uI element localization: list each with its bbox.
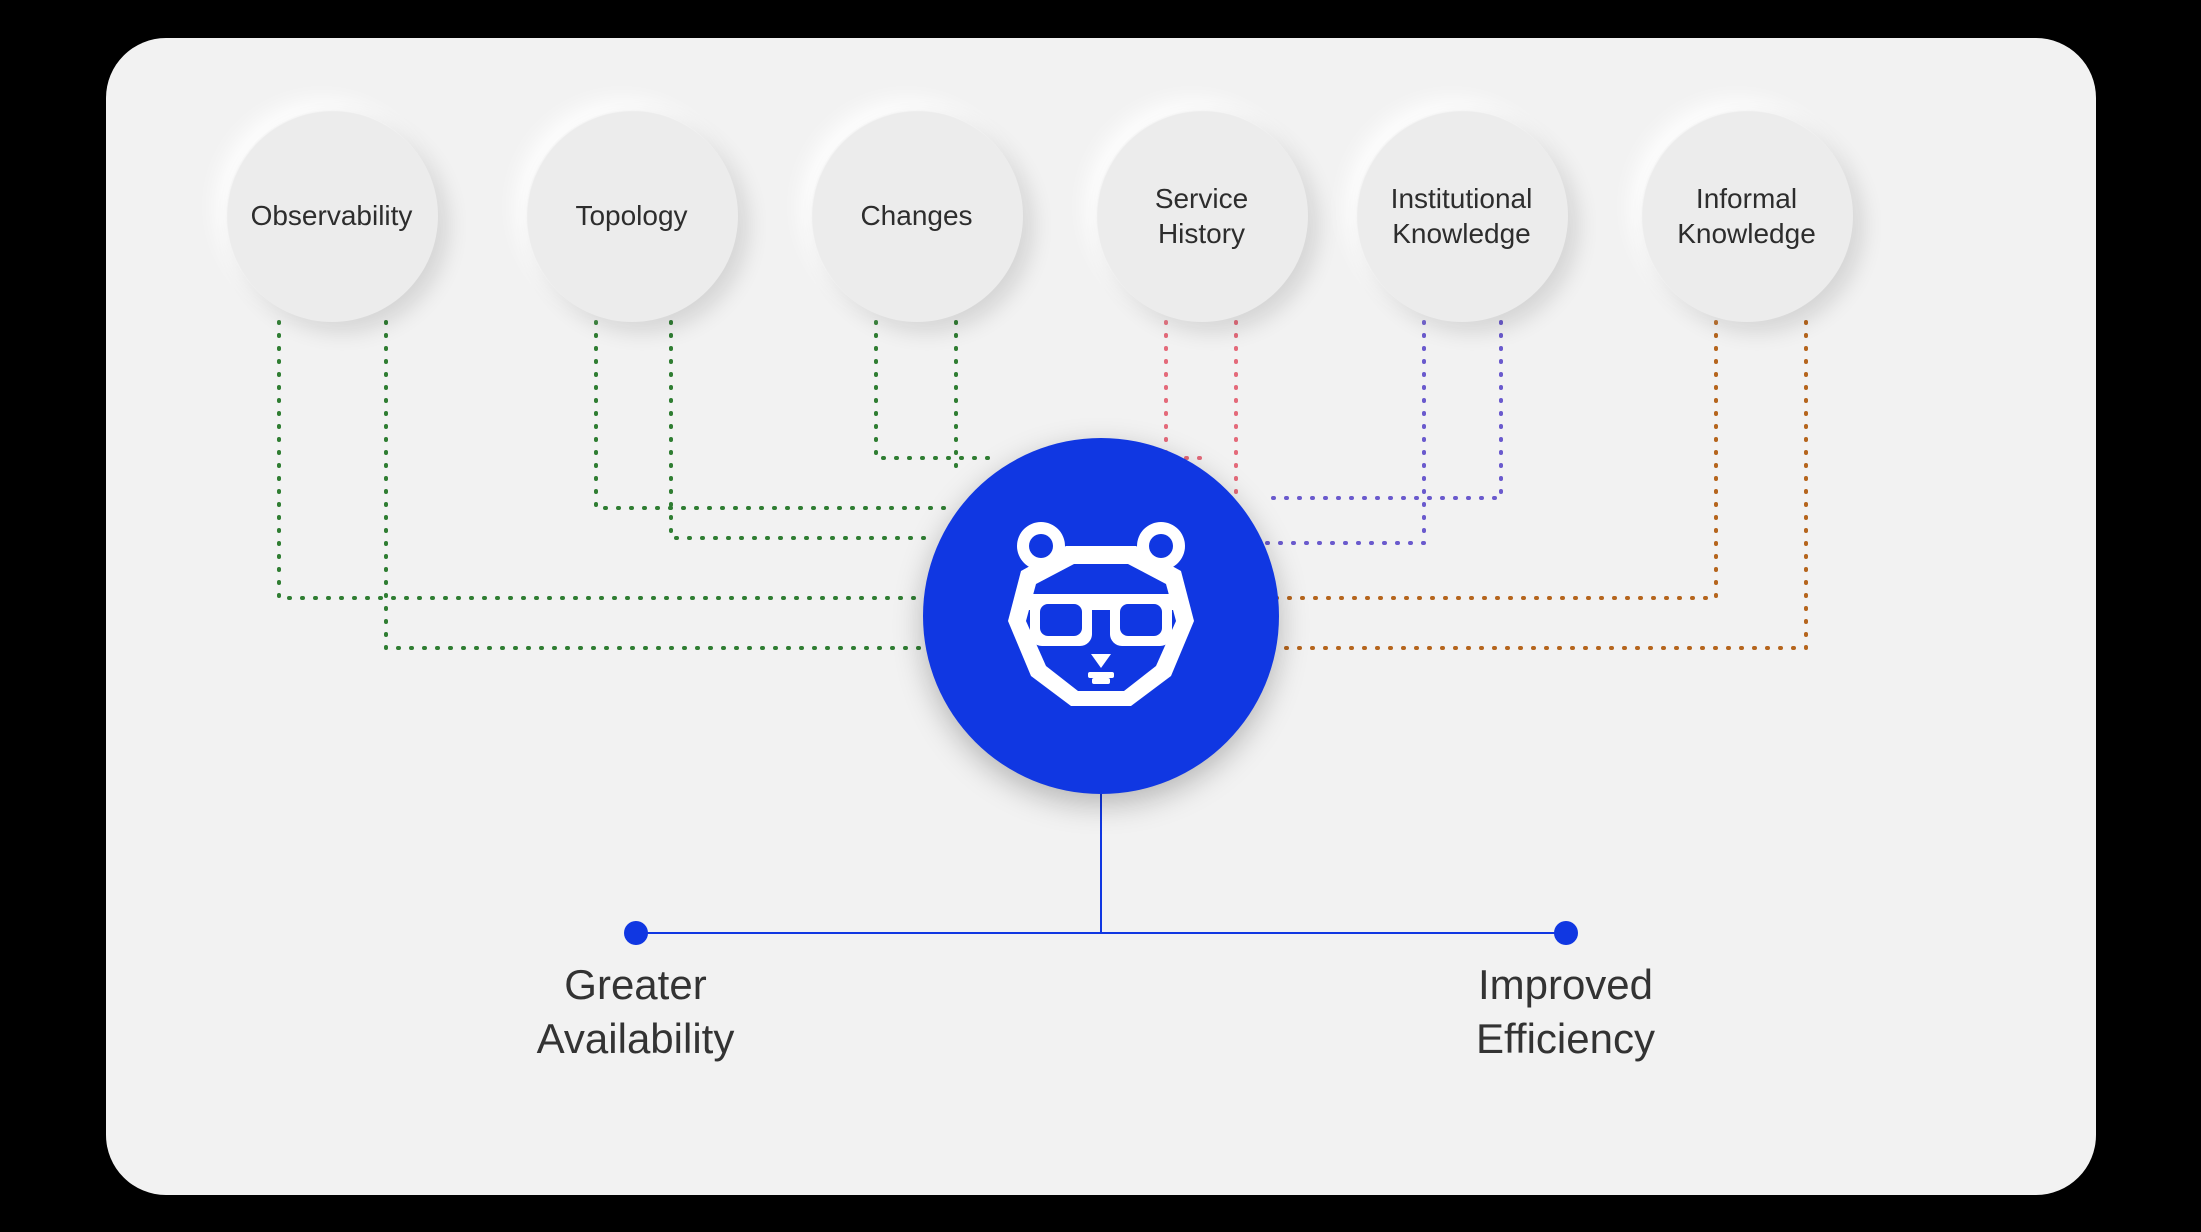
diagram-card: Observability Topology Changes ServiceHi…: [106, 38, 2096, 1195]
output-improved-efficiency: ImprovedEfficiency: [1386, 958, 1746, 1067]
input-node-informal-knowledge: InformalKnowledge: [1641, 110, 1853, 322]
input-label: ServiceHistory: [1155, 181, 1248, 251]
input-node-topology: Topology: [526, 110, 738, 322]
input-node-changes: Changes: [811, 110, 1023, 322]
input-label: InformalKnowledge: [1677, 181, 1816, 251]
input-node-service-history: ServiceHistory: [1096, 110, 1308, 322]
output-endpoint-dot: [1554, 921, 1578, 945]
input-label: Changes: [860, 198, 972, 233]
output-row: GreaterAvailability ImprovedEfficiency: [106, 958, 2096, 1158]
central-logo-node: [923, 438, 1279, 794]
output-greater-availability: GreaterAvailability: [456, 958, 816, 1067]
input-label: Topology: [575, 198, 687, 233]
input-label: InstitutionalKnowledge: [1391, 181, 1533, 251]
output-label-text: ImprovedEfficiency: [1476, 961, 1655, 1063]
output-endpoint-dot: [624, 921, 648, 945]
input-node-institutional-knowledge: InstitutionalKnowledge: [1356, 110, 1568, 322]
input-label: Observability: [251, 198, 413, 233]
bear-glasses-icon: [996, 516, 1206, 716]
output-label-text: GreaterAvailability: [537, 961, 735, 1063]
input-nodes-row: Observability Topology Changes ServiceHi…: [106, 110, 2096, 330]
input-node-observability: Observability: [226, 110, 438, 322]
